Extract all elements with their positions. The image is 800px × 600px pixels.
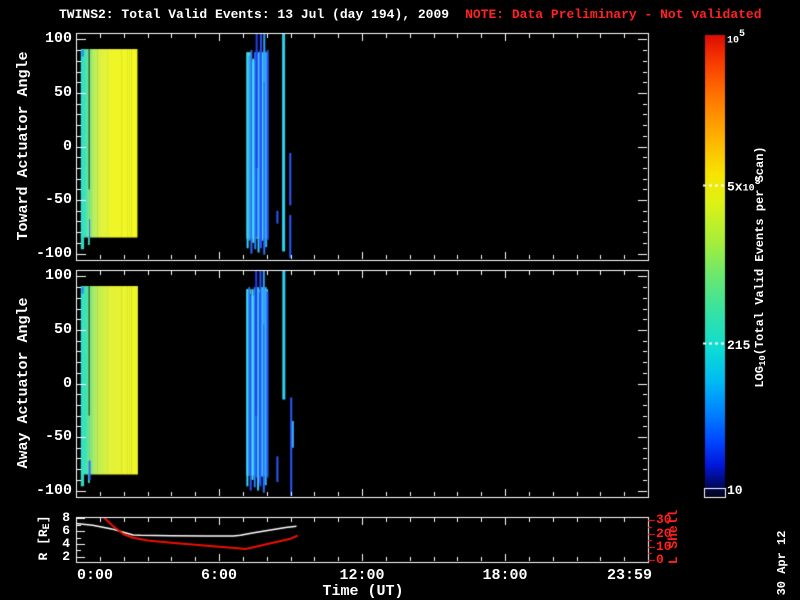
colorbar-axis-label: LOG10(Total Valid Events per Scan): [753, 146, 768, 388]
r-tick-label-2: 2: [62, 549, 70, 564]
colorbar-tick-5e3-label: 5x103: [727, 177, 761, 195]
x-tick-label-23:59: 23:59: [606, 567, 652, 584]
lshell-tick-label-30: 30: [656, 512, 672, 527]
y-tick-label-away-50: 50: [53, 321, 72, 338]
page-title: TWINS2: Total Valid Events: 13 Jul (day …: [59, 7, 450, 22]
date-stamp: 30 Apr 12: [775, 530, 789, 596]
colorbar-min-label: 10: [727, 483, 743, 498]
y-tick-label-toward-50: 50: [53, 84, 72, 101]
y-tick-label-toward-100: 100: [44, 30, 72, 47]
y-tick-label-toward--50: -50: [44, 191, 72, 208]
colorbar-max-label: 105: [727, 29, 746, 47]
x-tick-label-12:00: 12:00: [339, 567, 385, 584]
y-tick-label-away-0: 0: [62, 375, 72, 392]
y-tick-label-away--50: -50: [44, 428, 72, 445]
title-bar: TWINS2: Total Valid Events: 13 Jul (day …: [59, 7, 762, 22]
twins2-plot-page: TWINS2: Total Valid Events: 13 Jul (day …: [0, 0, 800, 600]
x-axis-label: Time (UT): [322, 583, 404, 600]
y-tick-label-away-100: 100: [44, 267, 72, 284]
lshell-tick-label-0: 0: [656, 552, 664, 567]
y-tick-label-away--100: -100: [35, 482, 72, 499]
x-tick-label-0:00: 0:00: [77, 567, 114, 584]
x-tick-label-6:00: 6:00: [200, 567, 237, 584]
y-tick-label-toward--100: -100: [35, 245, 72, 262]
colorbar-tick-215-label: 215: [727, 338, 751, 353]
x-tick-label-18:00: 18:00: [482, 567, 528, 584]
preliminary-note: NOTE: Data Preliminary - Not validated: [465, 7, 762, 22]
y-tick-label-toward-0: 0: [62, 138, 72, 155]
